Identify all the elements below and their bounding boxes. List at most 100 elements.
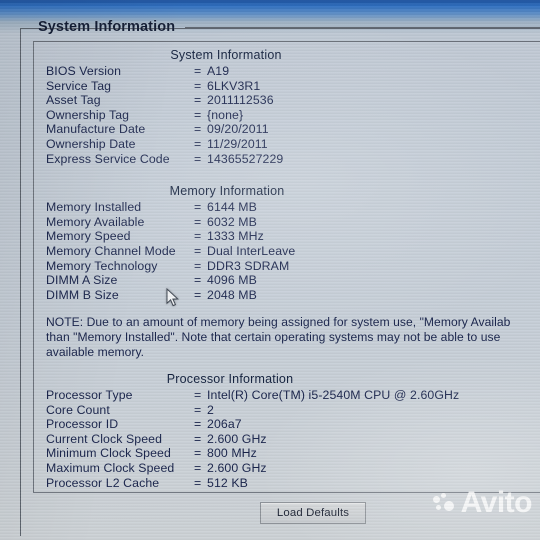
table-row: Maximum Clock Speed = 2.600 GHz <box>46 461 540 476</box>
row-label: DIMM A Size <box>46 273 118 288</box>
row-label: Memory Channel Mode <box>46 243 176 258</box>
row-label: Processor L2 Cache <box>46 475 160 490</box>
groupbox-legend-label: System Information <box>38 19 176 35</box>
row-label: Asset Tag <box>46 93 101 108</box>
groupbox-legend-rule <box>185 27 540 28</box>
row-label: Manufacture Date <box>46 122 146 137</box>
row-label: Processor Type <box>46 388 133 403</box>
system-information-groupbox: System Information System Information BI… <box>20 19 540 536</box>
row-value: 2.600 GHz <box>207 431 267 446</box>
table-row: Manufacture Date = 09/20/2011 <box>46 122 540 137</box>
row-value: 1333 MHz <box>207 229 264 244</box>
table-row: DIMM A Size = 4096 MB <box>46 273 540 288</box>
row-label: DIMM B Size <box>46 287 119 302</box>
row-value: 2 <box>207 402 214 417</box>
memory-note: NOTE: Due to an amount of memory being a… <box>34 315 540 359</box>
row-value: {none} <box>207 107 244 122</box>
row-label: Processor ID <box>46 417 119 432</box>
row-value: 6032 MB <box>207 214 257 229</box>
bios-screen-photo: System Information System Information BI… <box>0 0 540 540</box>
row-equals: = <box>194 151 202 166</box>
section-heading-system: System Information <box>170 48 282 62</box>
table-row: BIOS Version = A19 <box>46 64 540 79</box>
row-equals: = <box>194 388 202 403</box>
row-value: 09/20/2011 <box>207 122 269 137</box>
row-equals: = <box>194 258 202 273</box>
row-label: Ownership Date <box>46 136 136 151</box>
table-row: Express Service Code = 14365527229 <box>46 152 540 167</box>
note-spacer <box>34 302 540 315</box>
row-equals: = <box>194 431 202 446</box>
row-equals: = <box>194 402 202 417</box>
row-equals: = <box>194 475 202 490</box>
row-equals: = <box>194 461 202 476</box>
row-label: Memory Installed <box>46 200 142 215</box>
row-label: Express Service Code <box>46 151 170 166</box>
table-row: Minimum Clock Speed = 800 MHz <box>46 446 540 461</box>
row-equals: = <box>194 64 202 78</box>
row-value: 11/29/2011 <box>207 136 268 151</box>
row-equals: = <box>194 107 202 122</box>
section-heading-memory: Memory Information <box>169 184 285 199</box>
row-value: 2011112536 <box>207 93 274 108</box>
row-value: A19 <box>207 64 230 78</box>
memory-rows: Memory Installed = 6144 MB Memory Availa… <box>34 200 540 302</box>
row-equals: = <box>194 136 202 151</box>
row-label: BIOS Version <box>46 64 122 78</box>
avito-logo-icon <box>432 493 457 513</box>
row-value: DDR3 SDRAM <box>207 258 290 273</box>
table-row: Memory Speed = 1333 MHz <box>46 229 540 244</box>
avito-watermark-text: Avito <box>460 486 533 519</box>
row-equals: = <box>194 417 202 432</box>
row-value: 800 MHz <box>207 446 257 461</box>
table-row: Ownership Tag = {none} <box>46 108 540 123</box>
note-line: than "Memory Installed". Note that certa… <box>46 329 501 344</box>
row-label: Memory Speed <box>46 229 131 244</box>
row-value: 6LKV3R1 <box>207 78 261 93</box>
row-value: 2048 MB <box>207 287 257 302</box>
row-equals: = <box>194 200 202 215</box>
row-equals: = <box>194 446 202 461</box>
note-line: NOTE: Due to an amount of memory being a… <box>46 315 511 330</box>
row-value: 6144 MB <box>207 200 257 215</box>
table-row: Ownership Date = 11/29/2011 <box>46 137 540 152</box>
table-row: Core Count = 2 <box>46 403 540 418</box>
row-equals: = <box>194 122 202 137</box>
row-label: Service Tag <box>46 78 112 93</box>
section-memory-information: Memory Information Memory Installed = 61… <box>34 184 540 302</box>
table-row: Memory Channel Mode = Dual InterLeave <box>46 244 540 259</box>
row-label: Current Clock Speed <box>46 431 163 446</box>
information-panel[interactable]: System Information BIOS Version = A19 Se… <box>33 41 540 493</box>
row-label: Ownership Tag <box>46 107 130 122</box>
table-row: Current Clock Speed = 2.600 GHz <box>46 432 540 447</box>
table-row: Asset Tag = 2011112536 <box>46 93 540 108</box>
section-heading-processor: Processor Information <box>166 372 294 387</box>
row-label: Memory Technology <box>46 258 158 273</box>
processor-rows: Processor Type = Intel(R) Core(TM) i5-25… <box>34 388 540 492</box>
row-value: 4096 MB <box>207 273 257 288</box>
avito-watermark: Avito <box>432 486 533 519</box>
table-row: Service Tag = 6LKV3R1 <box>46 79 540 94</box>
row-label: Memory Available <box>46 214 145 229</box>
row-label: Processor L3 Cache <box>46 490 194 492</box>
table-row: Memory Available = 6032 MB <box>46 215 540 230</box>
row-value: Intel(R) Core(TM) i5-2540M CPU @ 2.60GHz <box>207 388 460 403</box>
row-equals: = <box>194 490 207 492</box>
row-equals: = <box>194 78 202 93</box>
system-rows: BIOS Version = A19 Service Tag = 6LKV3R1… <box>34 64 540 166</box>
row-equals: = <box>194 229 202 244</box>
row-label: Core Count <box>46 402 110 417</box>
table-row: Memory Installed = 6144 MB <box>46 200 540 215</box>
section-processor-information: Processor Information Processor Type = I… <box>34 372 540 492</box>
row-label: Minimum Clock Speed <box>46 446 171 461</box>
table-row: DIMM B Size = 2048 MB <box>46 288 540 303</box>
row-equals: = <box>194 287 202 302</box>
groupbox-legend: System Information <box>33 19 540 35</box>
table-row: Memory Technology = DDR3 SDRAM <box>46 259 540 274</box>
row-value: Dual InterLeave <box>207 243 296 258</box>
row-equals: = <box>194 214 202 229</box>
load-defaults-button[interactable]: Load Defaults <box>260 502 366 524</box>
row-value: 14365527229 <box>207 151 284 166</box>
